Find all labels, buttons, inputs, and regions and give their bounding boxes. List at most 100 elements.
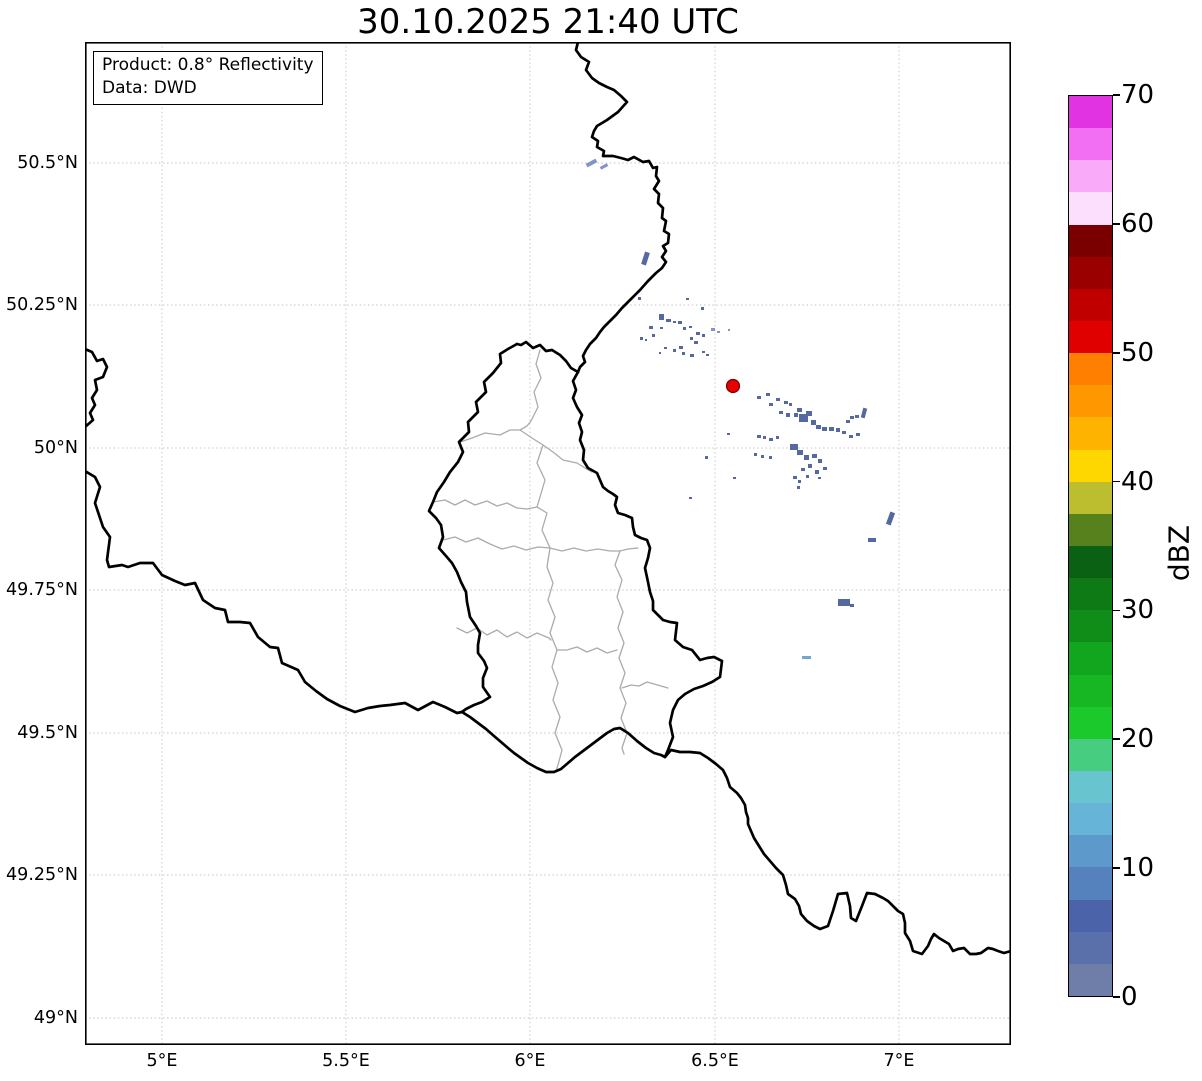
radar-echo [757,435,761,438]
radar-echo [850,416,854,419]
colorbar-tick-label: 20 [1121,724,1155,755]
colorbar-unit-label: dBZ [1162,524,1196,582]
colorbar-segment [1069,320,1112,354]
info-box: Product: 0.8° Reflectivity Data: DWD [93,51,323,105]
radar-echo [686,298,689,300]
colorbar-segment [1069,192,1112,225]
colorbar-segment [1069,128,1112,161]
radar-echo [659,352,661,354]
radar-echo [769,403,773,406]
colorbar-segment [1069,738,1112,771]
radar-echo [818,477,821,479]
lat-tick-label: 49.75°N [6,580,78,600]
radar-echo [802,656,811,659]
radar-echo [850,604,854,607]
colorbar-segment [1069,513,1112,546]
radar-echo [696,332,700,335]
colorbar-segment [1069,803,1112,836]
radar-echo [682,352,685,355]
radar-echo [856,433,860,436]
radar-echo [690,337,693,340]
radar-echo [838,599,850,606]
map-canvas [85,42,1011,1045]
lat-tick-label: 49.5°N [17,723,78,743]
region-border [549,547,639,552]
region-border [459,429,593,473]
radar-echo [668,319,671,322]
radar-echo [811,420,816,425]
radar-echo [806,411,812,416]
country-border [571,370,724,759]
lat-tick-label: 50.25°N [6,295,78,315]
country-border [515,340,580,374]
colorbar-segment [1069,674,1112,707]
radar-echo [690,354,694,357]
colorbar-segment [1069,770,1112,804]
country-border [427,342,519,714]
colorbar-segment [1069,867,1112,900]
radar-echo [808,464,812,468]
country-border [460,710,667,774]
radar-echo [640,337,643,340]
radar-echo [664,347,667,349]
radar-echo [711,328,715,331]
radar-echo [790,444,798,450]
colorbar-tick-mark [1113,609,1120,612]
colorbar-tick-mark [1113,738,1120,741]
radar-echo [641,251,650,266]
colorbar-tick-mark [1113,94,1120,96]
radar-echo [766,393,770,396]
region-border [614,550,628,755]
country-border [85,469,464,715]
region-border [546,547,563,772]
lat-tick-label: 49°N [33,1008,78,1028]
colorbar-tick-label: 50 [1121,337,1155,368]
lon-tick-label: 6.5°E [691,1051,739,1071]
radar-echo [793,476,797,479]
radar-echo [815,470,819,474]
radar-echo [818,459,822,463]
radar-echo [812,454,817,458]
radar-echo [645,339,647,341]
colorbar-tick-label: 30 [1121,595,1155,626]
colorbar-segment [1069,610,1112,643]
radar-echo [717,331,720,333]
colorbar-segment [1069,642,1112,675]
radar-echo [706,354,709,356]
info-product-line: Product: 0.8° Reflectivity [102,55,314,75]
radar-echo [868,538,876,542]
radar-echo [761,455,764,458]
colorbar-segment [1069,578,1112,611]
radar-echo [789,403,792,406]
radar-echo [804,455,809,460]
colorbar-segment [1069,449,1112,482]
radar-echo [776,398,780,401]
colorbar-segment [1069,545,1112,579]
radar-echo [829,427,834,431]
lon-tick-label: 6°E [514,1051,546,1071]
radar-echo [776,436,779,439]
radar-echo [638,297,641,300]
radar-echo [660,327,663,329]
radar-site-marker [725,378,741,394]
radar-echo [797,450,803,455]
colorbar-tick-mark [1113,223,1120,225]
radar-echo [683,327,686,330]
radar-echo [769,456,772,459]
region-border [536,444,551,549]
country-border [574,42,671,374]
colorbar-tick-mark [1113,480,1120,483]
colorbar-segment [1069,835,1112,868]
radar-echo [784,401,788,404]
lon-tick-label: 5°E [146,1051,178,1071]
region-border [456,627,552,641]
country-border [85,347,109,429]
radar-echo [885,511,896,526]
country-border [663,748,1011,956]
colorbar-tick-label: 0 [1121,982,1138,1012]
radar-echo [702,351,705,353]
colorbar-segment [1069,288,1112,321]
colorbar-segment [1069,706,1112,739]
radar-echo [823,467,827,470]
radar-echo [585,158,598,168]
